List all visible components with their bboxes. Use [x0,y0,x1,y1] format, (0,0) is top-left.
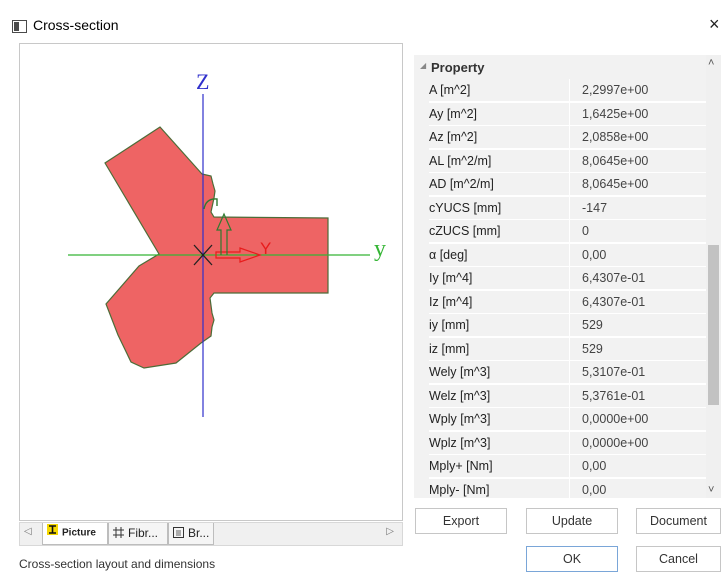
property-name: cYUCS [mm] [429,196,569,219]
property-name: Mply+ [Nm] [429,455,569,477]
cross-section-shape [104,126,329,369]
property-row[interactable]: cZUCS [mm] 0 [414,220,706,244]
property-value[interactable]: 0,0000e+00 [569,431,706,454]
property-scrollbar[interactable]: ˄ ˅ [706,55,721,498]
tab-brief[interactable]: Br... [168,523,214,545]
tab-brief-label: Br... [188,526,210,540]
property-row[interactable]: Mply+ [Nm] 0,00 [414,455,706,479]
tab-scroll-right-icon[interactable]: ▷ [386,526,394,537]
property-grid: ◢ Property A [m^2] 2,2997e+00 Ay [m^2] 1,64… [414,55,721,498]
property-name: Wely [m^3] [429,361,569,383]
property-header-label: Property [431,60,485,75]
property-name: iy [mm] [429,314,569,336]
property-name: iz [mm] [429,337,569,360]
property-name: α [deg] [429,243,569,266]
cross-section-drawing: Z y Y [68,69,386,417]
property-name: Wply [m^3] [429,408,569,430]
property-value[interactable]: 529 [569,314,706,336]
export-button[interactable]: Export [415,508,507,534]
property-row[interactable]: α [deg] 0,00 [414,243,706,267]
scroll-down-icon[interactable]: ˅ [708,484,714,496]
i-section-icon [47,523,58,543]
property-name: cZUCS [mm] [429,220,569,242]
status-text: Cross-section layout and dimensions [19,557,216,571]
property-row[interactable]: Mply- [Nm] 0,00 [414,478,706,498]
scroll-up-icon[interactable]: ˄ [708,57,714,69]
property-row[interactable]: iz [mm] 529 [414,337,706,361]
property-value[interactable]: 5,3107e-01 [569,361,706,383]
property-value[interactable]: 0 [569,220,706,242]
update-button[interactable]: Update [526,508,618,534]
property-row[interactable]: Ay [m^2] 1,6425e+00 [414,102,706,126]
close-icon[interactable]: × [709,14,721,35]
cancel-button[interactable]: Cancel [636,546,721,572]
document-button[interactable]: Document [636,508,721,534]
property-value[interactable]: 0,00 [569,243,706,266]
property-row[interactable]: Wply [m^3] 0,0000e+00 [414,408,706,432]
property-row[interactable]: AL [m^2/m] 8,0645e+00 [414,149,706,173]
property-name: AD [m^2/m] [429,173,569,195]
property-name: A [m^2] [429,79,569,101]
property-value[interactable]: 0,00 [569,478,706,498]
window-icon [12,20,27,33]
property-row[interactable]: Iy [m^4] 6,4307e-01 [414,267,706,291]
property-value[interactable]: 0,00 [569,455,706,477]
property-name: Welz [m^3] [429,384,569,407]
property-category-header[interactable]: ◢ Property [414,55,706,80]
property-name: Az [m^2] [429,126,569,148]
collapse-triangle-icon[interactable]: ◢ [420,61,426,70]
property-row[interactable]: Iz [m^4] 6,4307e-01 [414,290,706,314]
property-value[interactable]: 8,0645e+00 [569,149,706,172]
property-row[interactable]: Az [m^2] 2,0858e+00 [414,126,706,150]
tab-fibres-label: Fibr... [128,526,159,540]
fibers-grid-icon [113,524,124,544]
property-row[interactable]: Wely [m^3] 5,3107e-01 [414,361,706,385]
property-value[interactable]: 0,0000e+00 [569,408,706,430]
cross-section-canvas[interactable]: Z y Y [19,43,403,521]
property-row[interactable]: iy [mm] 529 [414,314,706,338]
property-value[interactable]: 1,6425e+00 [569,102,706,125]
tab-picture-label: Picture [62,527,96,539]
property-value[interactable]: 6,4307e-01 [569,290,706,313]
property-name: Ay [m^2] [429,102,569,125]
property-value[interactable]: 6,4307e-01 [569,267,706,289]
property-row[interactable]: Welz [m^3] 5,3761e-01 [414,384,706,408]
tab-fibres[interactable]: Fibr... [108,523,168,545]
z-axis-label: Z [196,69,209,94]
property-value[interactable]: 529 [569,337,706,360]
property-value[interactable]: 5,3761e-01 [569,384,706,407]
property-row[interactable]: cYUCS [mm] -147 [414,196,706,220]
property-row[interactable]: AD [m^2/m] 8,0645e+00 [414,173,706,197]
property-rows: A [m^2] 2,2997e+00 Ay [m^2] 1,6425e+00 Az [m… [414,79,706,498]
property-name: Mply- [Nm] [429,478,569,498]
property-name: Iz [m^4] [429,290,569,313]
property-name: Wplz [m^3] [429,431,569,454]
local-y-label: Y [260,239,271,258]
property-name: Iy [m^4] [429,267,569,289]
y-axis-label: y [374,236,386,262]
scroll-thumb[interactable] [708,245,719,405]
ok-button[interactable]: OK [526,546,618,572]
window-title: Cross-section [33,17,119,33]
brief-list-icon [173,524,184,544]
view-tabstrip: ◁ Picture Fibr... Br... ▷ [19,522,403,546]
property-name: AL [m^2/m] [429,149,569,172]
property-value[interactable]: 2,0858e+00 [569,126,706,148]
property-value[interactable]: -147 [569,196,706,219]
property-row[interactable]: Wplz [m^3] 0,0000e+00 [414,431,706,455]
tab-scroll-left-icon[interactable]: ◁ [24,526,32,537]
property-value[interactable]: 8,0645e+00 [569,173,706,195]
tab-picture[interactable]: Picture [42,523,108,545]
property-value[interactable]: 2,2997e+00 [569,79,706,101]
property-row[interactable]: A [m^2] 2,2997e+00 [414,79,706,103]
